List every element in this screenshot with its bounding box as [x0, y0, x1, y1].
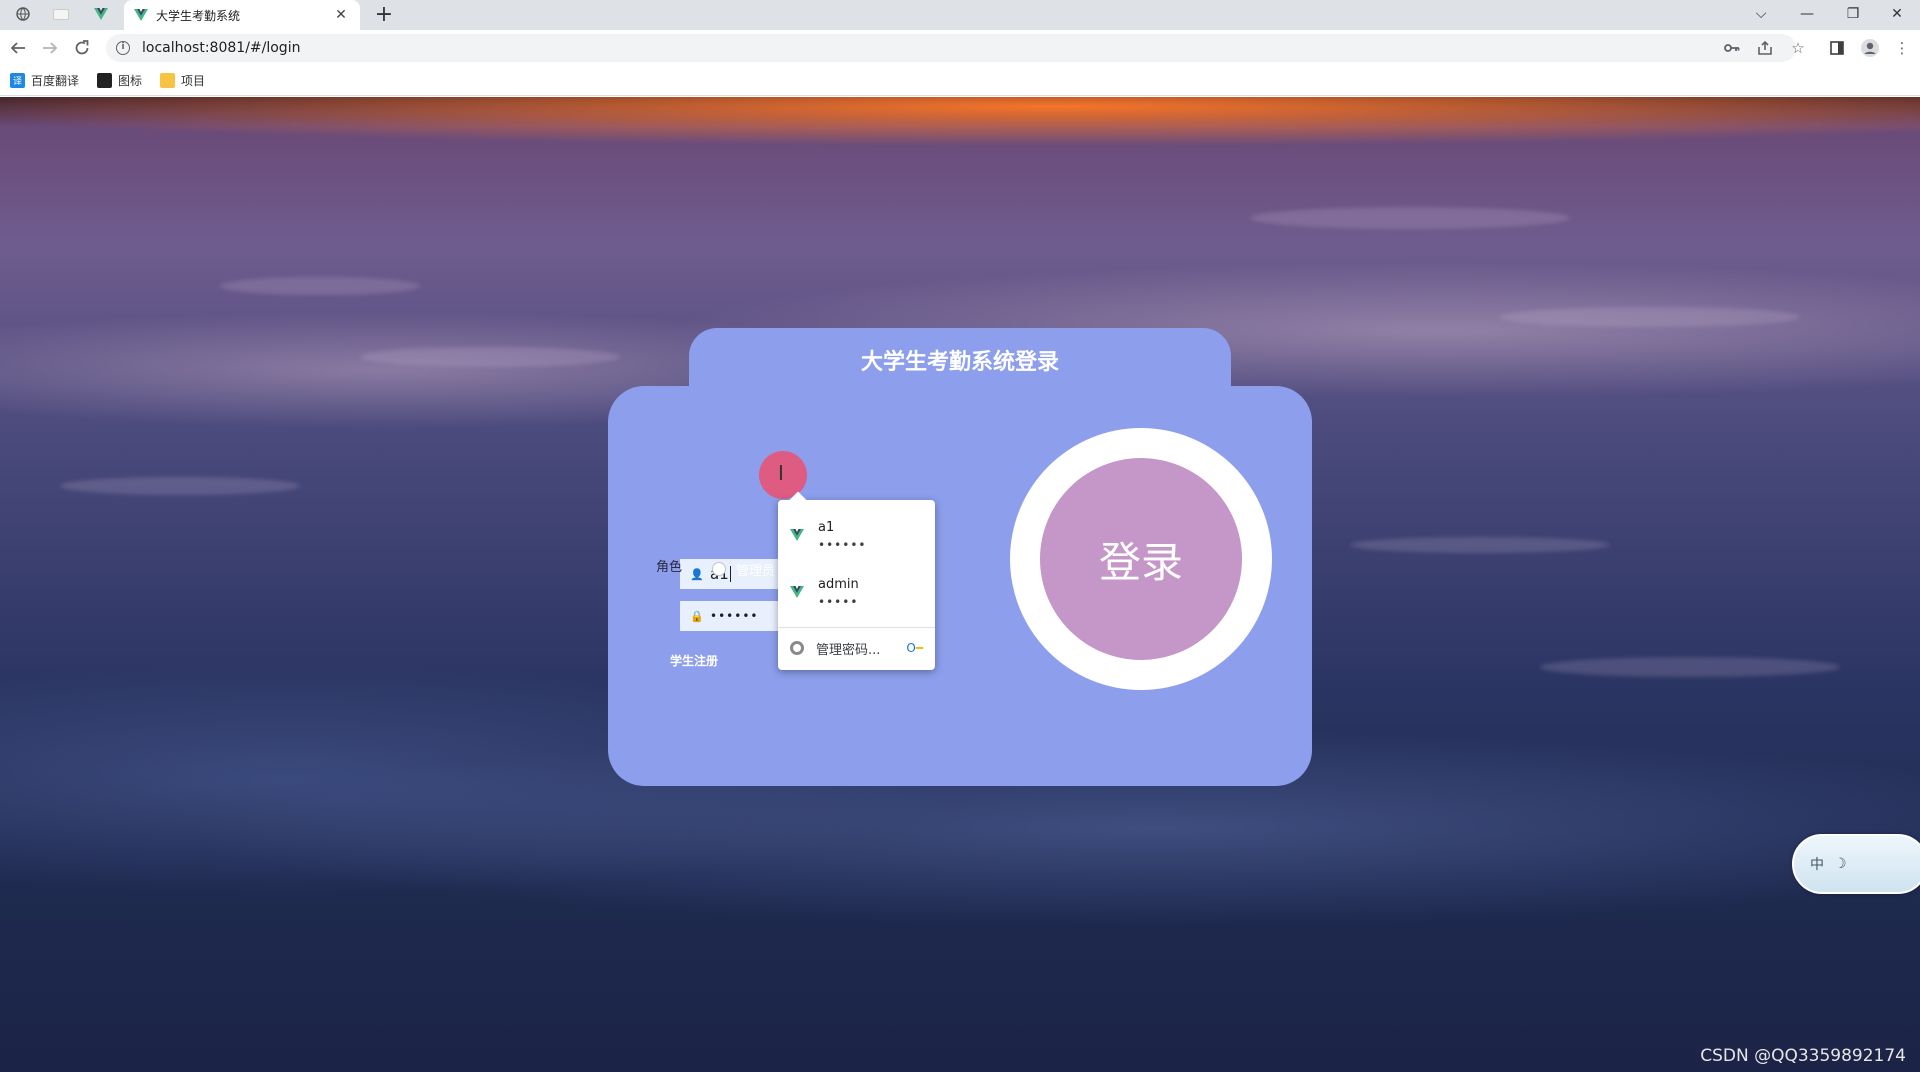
- tab-search-icon[interactable]: ⌵: [1738, 0, 1784, 28]
- bookmark-baidu-translate[interactable]: 译 百度翻译: [10, 72, 79, 89]
- tab-close-icon[interactable]: ✕: [332, 7, 350, 23]
- menu-kebab-icon[interactable]: ⋮: [1888, 34, 1916, 62]
- browser-toolbar: i localhost:8081/#/login ☆ ⋮: [0, 30, 1920, 66]
- role-admin-radio[interactable]: [712, 562, 726, 576]
- manage-passwords-label: 管理密码...: [816, 642, 881, 658]
- browser-tab-strip: 大学生考勤系统 ✕ + ⌵ — ❐ ✕: [0, 0, 1920, 30]
- profile-avatar-icon[interactable]: [1856, 34, 1884, 62]
- tab-title: 大学生考勤系统: [156, 8, 241, 23]
- forward-button[interactable]: [36, 34, 64, 62]
- restore-button[interactable]: ❐: [1830, 0, 1876, 28]
- ime-toolbar-widget[interactable]: 中 ☽: [1792, 834, 1920, 894]
- cloud-decoration: [1540, 657, 1840, 677]
- vue-logo-icon: [790, 529, 804, 541]
- arrow-right-icon: [43, 42, 58, 54]
- lock-icon: 🔒: [690, 609, 704, 623]
- image-icon: [97, 73, 113, 88]
- bookmark-label: 项目: [181, 74, 206, 88]
- pinned-tab-blank[interactable]: [44, 0, 78, 28]
- login-button-ring: 登录: [1010, 428, 1272, 690]
- autofill-password: •••••: [818, 595, 859, 609]
- student-register-link[interactable]: 学生注册: [670, 652, 718, 669]
- arrow-left-icon: [10, 42, 25, 54]
- user-icon: 👤: [690, 567, 704, 581]
- text-cursor-icon: I: [778, 461, 784, 485]
- folder-icon: [160, 73, 176, 88]
- cloud-decoration: [1250, 207, 1570, 229]
- chrome-icon: [790, 641, 804, 655]
- text-caret: [729, 566, 731, 582]
- cloud-decoration: [60, 477, 300, 495]
- login-card: 👤 a1 🔒 •••••• 角色 管理员 学生注册 登录: [608, 386, 1312, 786]
- minimize-button[interactable]: —: [1784, 0, 1830, 28]
- login-title: 大学生考勤系统登录: [860, 350, 1059, 375]
- key-icon: O━: [906, 641, 923, 655]
- autofill-suggestion[interactable]: a1 ••••••: [778, 506, 935, 562]
- blank-page-icon: [53, 8, 69, 20]
- bookmark-label: 图标: [118, 74, 143, 88]
- translate-icon: 译: [10, 73, 25, 88]
- bookmark-star-icon[interactable]: ☆: [1784, 34, 1812, 62]
- pinned-tab-vue[interactable]: [84, 0, 118, 28]
- password-key-icon[interactable]: [1718, 34, 1746, 62]
- site-info-icon[interactable]: i: [116, 41, 130, 55]
- new-tab-button[interactable]: +: [370, 1, 398, 27]
- moon-icon: ☽: [1834, 856, 1847, 872]
- autofill-username: a1: [818, 520, 835, 535]
- bookmarks-bar: 译 百度翻译 图标 项目: [0, 66, 1920, 96]
- autofill-suggestion[interactable]: admin •••••: [778, 563, 935, 619]
- address-bar[interactable]: i localhost:8081/#/login: [106, 34, 1796, 62]
- reload-button[interactable]: [68, 34, 96, 62]
- vue-logo-icon: [134, 9, 148, 21]
- back-button[interactable]: [4, 34, 32, 62]
- manage-passwords-item[interactable]: 管理密码... O━: [778, 628, 935, 668]
- role-label: 角色: [656, 560, 683, 575]
- watermark-text: CSDN @QQ3359892174: [1700, 1046, 1906, 1066]
- vue-logo-icon: [94, 8, 108, 20]
- url-text: localhost:8081/#/login: [142, 40, 301, 56]
- cloud-decoration: [360, 347, 620, 367]
- pinned-tab-globe[interactable]: [6, 0, 40, 28]
- close-window-button[interactable]: ✕: [1874, 0, 1920, 28]
- password-value: ••••••: [710, 609, 759, 623]
- share-icon[interactable]: [1751, 34, 1779, 62]
- login-button[interactable]: 登录: [1040, 458, 1242, 660]
- autofill-username: admin: [818, 577, 859, 592]
- role-admin-label[interactable]: 管理员: [736, 560, 775, 579]
- bookmark-label: 百度翻译: [31, 74, 80, 88]
- cloud-decoration: [1500, 307, 1800, 327]
- cloud-decoration: [1350, 537, 1610, 553]
- globe-icon: [16, 7, 30, 21]
- vue-logo-icon: [790, 586, 804, 598]
- reload-icon: [75, 40, 89, 55]
- cloud-decoration: [220, 277, 420, 295]
- ime-mode-label: 中: [1810, 857, 1824, 873]
- password-autofill-dropdown: a1 •••••• admin ••••• 管理密码... O━: [778, 500, 935, 670]
- bookmark-project-folder[interactable]: 项目: [160, 72, 205, 89]
- login-page-background: 大学生考勤系统登录 👤 a1 🔒 •••••• 角色 管理员 学生注册 登录: [0, 97, 1920, 1072]
- autofill-password: ••••••: [818, 538, 867, 552]
- active-tab[interactable]: 大学生考勤系统 ✕: [124, 0, 360, 30]
- bookmark-icons[interactable]: 图标: [97, 72, 142, 89]
- side-panel-icon[interactable]: [1823, 34, 1851, 62]
